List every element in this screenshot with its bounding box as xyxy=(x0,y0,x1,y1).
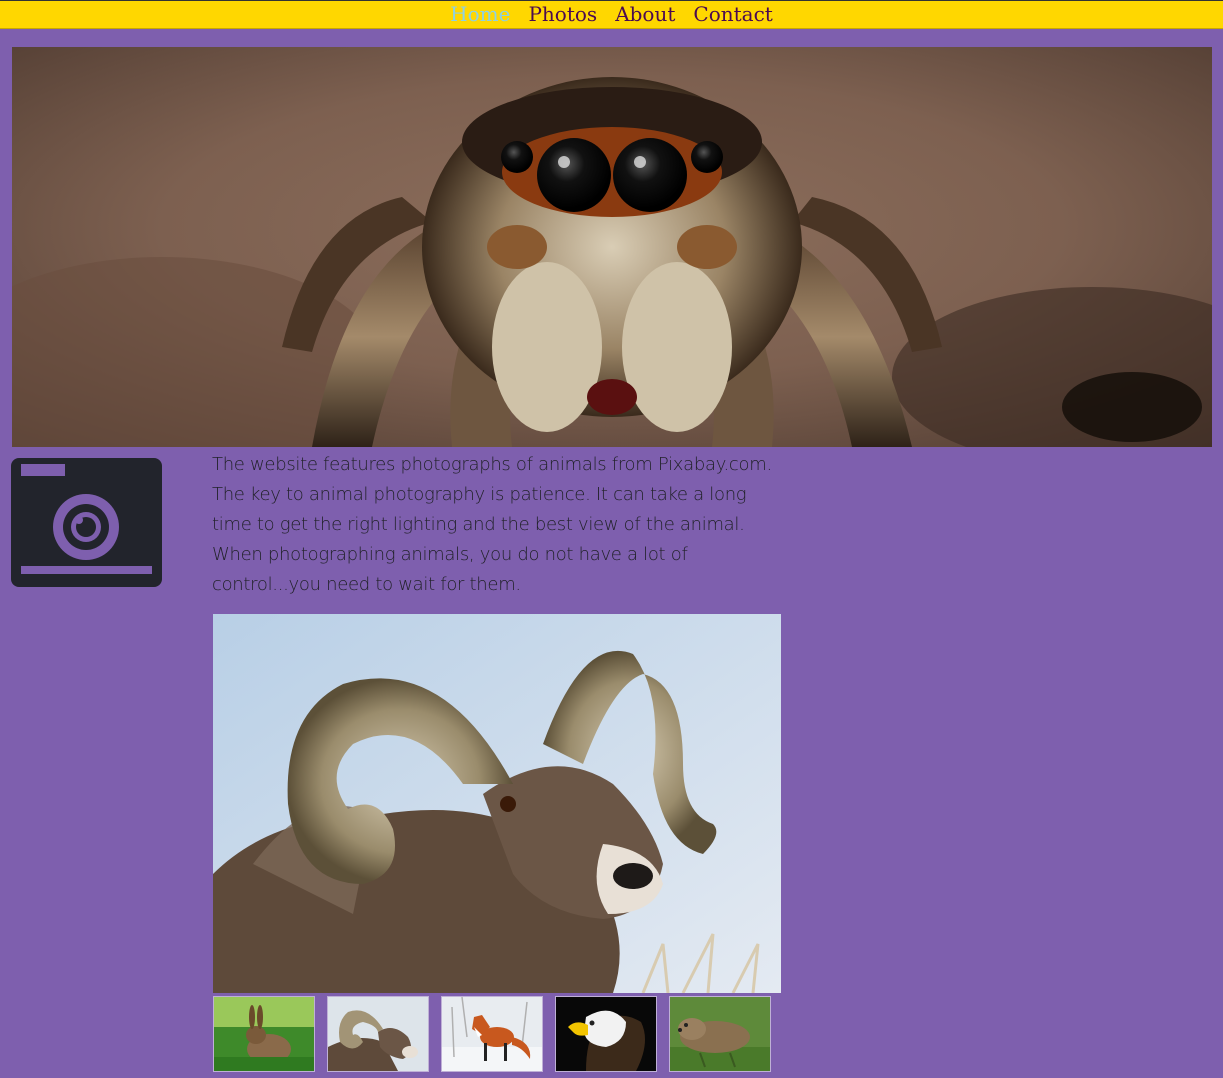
thumbnail-eagle[interactable] xyxy=(555,996,657,1072)
hero-image xyxy=(12,47,1212,447)
thumbnail-fox[interactable] xyxy=(441,996,543,1072)
nav-link-about[interactable]: About xyxy=(615,0,675,29)
nav-link-home[interactable]: Home xyxy=(450,0,510,29)
thumbnail-otter[interactable] xyxy=(669,996,771,1072)
camera-icon xyxy=(11,458,162,587)
thumbnail-rabbit[interactable] xyxy=(213,996,315,1072)
thumbnail-ram[interactable] xyxy=(327,996,429,1072)
nav-link-photos[interactable]: Photos xyxy=(528,0,597,29)
intro-paragraph: The website features photographs of anim… xyxy=(212,454,772,595)
main-photo xyxy=(213,614,781,993)
top-nav: Home Photos About Contact xyxy=(0,0,1223,29)
nav-link-contact[interactable]: Contact xyxy=(693,0,772,29)
intro-text: The website features photographs of anim… xyxy=(212,450,782,600)
